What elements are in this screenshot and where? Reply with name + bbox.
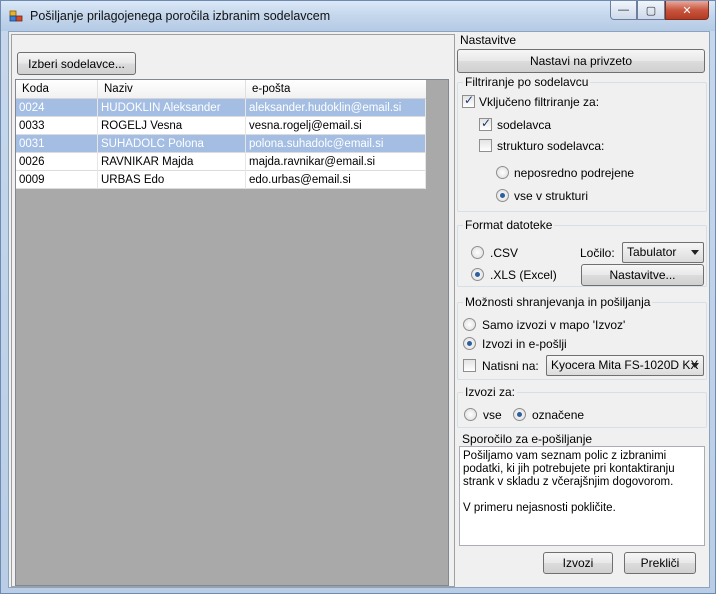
table-row[interactable]: 0024 HUDOKLIN Aleksander aleksander.hudo… xyxy=(16,99,426,117)
cell-email: vesna.rogelj@email.si xyxy=(246,117,426,135)
save-options-legend: Možnosti shranjevanja in pošiljanja xyxy=(463,295,653,309)
structure-label[interactable]: strukturo sodelavca: xyxy=(497,139,604,153)
format-group: Format datoteke .CSV .XLS (Excel) Ločilo… xyxy=(457,218,707,287)
cell-naziv: SUHADOLC Polona xyxy=(98,135,246,153)
printer-select[interactable]: Kyocera Mita FS-1020D KX xyxy=(546,355,704,376)
close-button[interactable]: ✕ xyxy=(665,1,709,20)
export-send-label[interactable]: Izvozi in e-pošlji xyxy=(482,337,567,351)
table-row[interactable]: 0009 URBAS Edo edo.urbas@email.si xyxy=(16,171,426,189)
client-area: Izberi sodelavce... Koda Naziv e-pošta 0… xyxy=(8,31,710,588)
coworkers-grid[interactable]: Koda Naziv e-pošta 0024 HUDOKLIN Aleksan… xyxy=(15,79,449,586)
table-row[interactable]: 0031 SUHADOLC Polona polona.suhadolc@ema… xyxy=(16,135,426,153)
cell-koda: 0026 xyxy=(16,153,98,171)
maximize-button[interactable]: ▢ xyxy=(637,1,665,20)
printer-value: Kyocera Mita FS-1020D KX xyxy=(551,358,699,372)
save-options-group: Možnosti shranjevanja in pošiljanja Samo… xyxy=(457,295,707,380)
direct-subordinates-label[interactable]: neposredno podrejene xyxy=(514,166,634,180)
minimize-button[interactable]: — xyxy=(610,1,637,20)
export-all-label[interactable]: vse xyxy=(483,408,502,422)
cell-naziv: RAVNIKAR Majda xyxy=(98,153,246,171)
cell-email: edo.urbas@email.si xyxy=(246,171,426,189)
delimiter-value: Tabulator xyxy=(627,245,677,259)
title-bar[interactable]: Pošiljanje prilagojenega poročila izbran… xyxy=(1,1,715,31)
coworker-checkbox[interactable] xyxy=(479,116,492,131)
grid-header: Koda Naziv e-pošta xyxy=(16,80,426,99)
coworker-label[interactable]: sodelavca xyxy=(497,118,551,132)
minimize-icon: — xyxy=(618,4,629,16)
filter-enabled-checkbox[interactable] xyxy=(462,93,475,108)
export-all-radio[interactable] xyxy=(464,408,477,421)
email-message-textarea[interactable]: Pošiljamo vam seznam polic z izbranimi p… xyxy=(459,446,705,546)
cell-email: majda.ravnikar@email.si xyxy=(246,153,426,171)
cell-email: aleksander.hudoklin@email.si xyxy=(246,99,426,117)
window-title: Pošiljanje prilagojenega poročila izbran… xyxy=(30,9,331,23)
all-in-structure-radio[interactable] xyxy=(496,189,509,202)
message-legend: Sporočilo za e-pošiljanje xyxy=(462,432,593,446)
csv-label[interactable]: .CSV xyxy=(490,246,518,260)
export-send-radio[interactable] xyxy=(463,337,476,350)
main-window: Pošiljanje prilagojenega poročila izbran… xyxy=(0,0,716,594)
cell-koda: 0033 xyxy=(16,117,98,135)
app-icon xyxy=(9,10,23,22)
all-in-structure-label[interactable]: vse v strukturi xyxy=(514,189,588,203)
column-header-eposta[interactable]: e-pošta xyxy=(246,80,426,99)
xls-radio[interactable] xyxy=(471,268,484,281)
chevron-down-icon xyxy=(691,363,699,368)
coworkers-panel: Izberi sodelavce... Koda Naziv e-pošta 0… xyxy=(11,34,455,587)
only-export-label[interactable]: Samo izvozi v mapo 'Izvoz' xyxy=(482,318,625,332)
table-row[interactable]: 0026 RAVNIKAR Majda majda.ravnikar@email… xyxy=(16,153,426,171)
reset-default-button[interactable]: Nastavi na privzeto xyxy=(457,49,705,73)
delimiter-label: Ločilo: xyxy=(580,246,615,260)
print-checkbox[interactable] xyxy=(463,359,476,372)
export-button[interactable]: Izvozi xyxy=(543,552,613,574)
chevron-down-icon xyxy=(691,250,699,255)
xls-label[interactable]: .XLS (Excel) xyxy=(490,268,557,282)
cell-email: polona.suhadolc@email.si xyxy=(246,135,426,153)
settings-title: Nastavitve xyxy=(460,33,517,47)
cell-naziv: ROGELJ Vesna xyxy=(98,117,246,135)
filter-group: Filtriranje po sodelavcu Vključeno filtr… xyxy=(457,75,707,212)
cell-koda: 0024 xyxy=(16,99,98,117)
cell-naziv: URBAS Edo xyxy=(98,171,246,189)
maximize-icon: ▢ xyxy=(645,4,657,17)
column-header-naziv[interactable]: Naziv xyxy=(98,80,246,99)
select-coworkers-button[interactable]: Izberi sodelavce... xyxy=(17,52,136,75)
direct-subordinates-radio[interactable] xyxy=(496,166,509,179)
csv-radio[interactable] xyxy=(471,246,484,259)
format-legend: Format datoteke xyxy=(463,218,555,232)
close-icon: ✕ xyxy=(682,4,692,17)
delimiter-select[interactable]: Tabulator xyxy=(622,242,704,263)
export-marked-radio[interactable] xyxy=(513,408,526,421)
format-settings-button[interactable]: Nastavitve... xyxy=(581,264,704,286)
cell-koda: 0031 xyxy=(16,135,98,153)
structure-checkbox[interactable] xyxy=(479,139,492,152)
table-row[interactable]: 0033 ROGELJ Vesna vesna.rogelj@email.si xyxy=(16,117,426,135)
print-label[interactable]: Natisni na: xyxy=(482,359,539,373)
only-export-radio[interactable] xyxy=(463,318,476,331)
filter-legend: Filtriranje po sodelavcu xyxy=(463,75,591,89)
cancel-button[interactable]: Prekliči xyxy=(624,552,696,574)
export-for-legend: Izvozi za: xyxy=(463,385,518,399)
column-header-koda[interactable]: Koda xyxy=(16,80,98,99)
export-marked-label[interactable]: označene xyxy=(532,408,584,422)
cell-naziv: HUDOKLIN Aleksander xyxy=(98,99,246,117)
cell-koda: 0009 xyxy=(16,171,98,189)
filter-enabled-label[interactable]: Vključeno filtriranje za: xyxy=(479,95,599,109)
export-for-group: Izvozi za: vse označene xyxy=(457,385,707,428)
